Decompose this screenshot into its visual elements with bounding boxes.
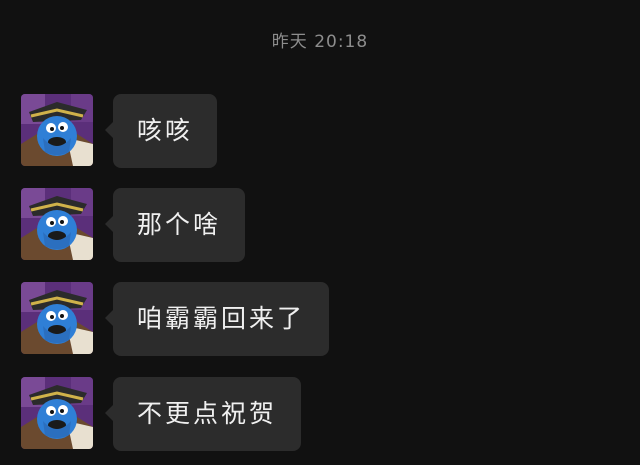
chat-window: 昨天 20:18 咳咳 那个啥 咱霸霸回来了 不更点祝贺	[0, 0, 640, 465]
message-bubble[interactable]: 咱霸霸回来了	[104, 282, 330, 356]
cookie-monster-pirate-avatar	[21, 282, 93, 354]
message-bubble[interactable]: 不更点祝贺	[104, 377, 302, 451]
avatar[interactable]	[21, 94, 93, 166]
cookie-monster-pirate-avatar	[21, 188, 93, 260]
cookie-monster-pirate-avatar	[21, 94, 93, 166]
message-timestamp: 昨天 20:18	[271, 32, 369, 52]
avatar[interactable]	[21, 282, 93, 354]
avatar[interactable]	[21, 188, 93, 260]
message-bubble[interactable]: 咳咳	[104, 94, 218, 168]
message-bubble[interactable]: 那个啥	[104, 188, 246, 262]
cookie-monster-pirate-avatar	[21, 377, 93, 449]
avatar[interactable]	[21, 377, 93, 449]
